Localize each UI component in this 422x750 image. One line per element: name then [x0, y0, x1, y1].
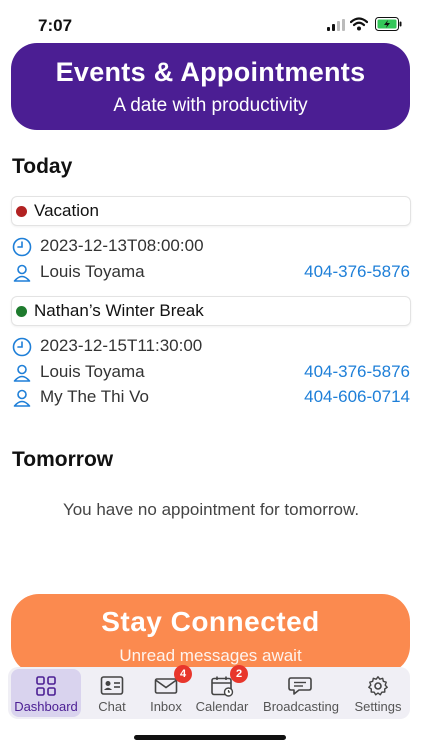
bottom-tab-bar: Dashboard Chat 4 Inbox 2 Calendar Broadc…	[8, 665, 410, 719]
today-heading: Today	[12, 155, 73, 178]
page-title: Events & Appointments	[55, 57, 366, 87]
tab-label: Inbox	[150, 699, 182, 714]
tab-label: Calendar	[195, 699, 249, 714]
event-datetime: 2023-12-13T08:00:00	[40, 236, 204, 255]
banner-subtitle: Unread messages await	[119, 646, 302, 665]
tab-label: Dashboard	[14, 699, 78, 714]
event-card-vacation[interactable]: Vacation	[11, 196, 411, 226]
person-icon	[13, 364, 31, 382]
status-bar: 7:07	[0, 0, 422, 44]
attendee-name: Louis Toyama	[40, 362, 145, 381]
tab-dashboard[interactable]: Dashboard	[11, 669, 81, 717]
person-icon	[13, 264, 31, 282]
attendee-row: My The Thi Vo 404-606-0714	[12, 386, 412, 410]
tab-inbox[interactable]: 4 Inbox	[140, 665, 192, 717]
inbox-badge: 4	[174, 665, 192, 683]
event-datetime-row: 2023-12-15T11:30:00	[12, 335, 412, 359]
attendee-name: Louis Toyama	[40, 262, 145, 281]
event-card-winter-break[interactable]: Nathan’s Winter Break	[11, 296, 411, 326]
tab-label: Broadcasting	[263, 699, 339, 714]
tab-chat[interactable]: Chat	[86, 669, 138, 717]
tab-broadcasting[interactable]: Broadcasting	[258, 669, 344, 717]
stay-connected-banner[interactable]: Stay Connected Unread messages await	[11, 594, 410, 674]
tab-label: Settings	[354, 699, 402, 714]
empty-state-text: You have no appointment for tomorrow.	[62, 500, 360, 519]
tab-settings[interactable]: Settings	[350, 669, 406, 717]
tab-label: Chat	[98, 699, 126, 714]
battery-charging-icon	[375, 17, 402, 31]
attendee-phone-link[interactable]: 404-376-5876	[304, 262, 410, 282]
home-indicator[interactable]	[134, 735, 286, 740]
event-color-dot	[16, 306, 27, 317]
page-header: Events & Appointments A date with produc…	[11, 43, 410, 130]
wifi-icon	[350, 17, 368, 31]
tab-calendar[interactable]: 2 Calendar	[194, 665, 250, 717]
person-icon	[13, 389, 31, 407]
gear-icon	[368, 676, 388, 696]
tomorrow-heading: Tomorrow	[12, 448, 114, 471]
calendar-badge: 2	[230, 665, 248, 683]
event-color-dot	[16, 206, 27, 217]
event-datetime-row: 2023-12-13T08:00:00	[12, 235, 412, 259]
contact-card-icon	[100, 676, 124, 695]
status-time: 7:07	[38, 16, 73, 35]
attendee-phone-link[interactable]: 404-606-0714	[304, 387, 410, 407]
attendee-phone-link[interactable]: 404-376-5876	[304, 362, 410, 382]
event-datetime: 2023-12-15T11:30:00	[40, 336, 203, 355]
attendee-name: My The Thi Vo	[40, 387, 149, 406]
attendee-row: Louis Toyama 404-376-5876	[12, 361, 412, 385]
cellular-signal-icon	[327, 19, 345, 31]
event-name: Vacation	[34, 201, 99, 220]
grid-icon	[36, 676, 56, 696]
event-name: Nathan’s Winter Break	[34, 301, 204, 320]
page-subtitle: A date with productivity	[113, 95, 308, 116]
banner-title: Stay Connected	[101, 606, 320, 637]
attendee-row: Louis Toyama 404-376-5876	[12, 261, 412, 285]
clock-icon	[12, 237, 32, 257]
speech-bubble-icon	[288, 677, 312, 695]
clock-icon	[12, 337, 32, 357]
